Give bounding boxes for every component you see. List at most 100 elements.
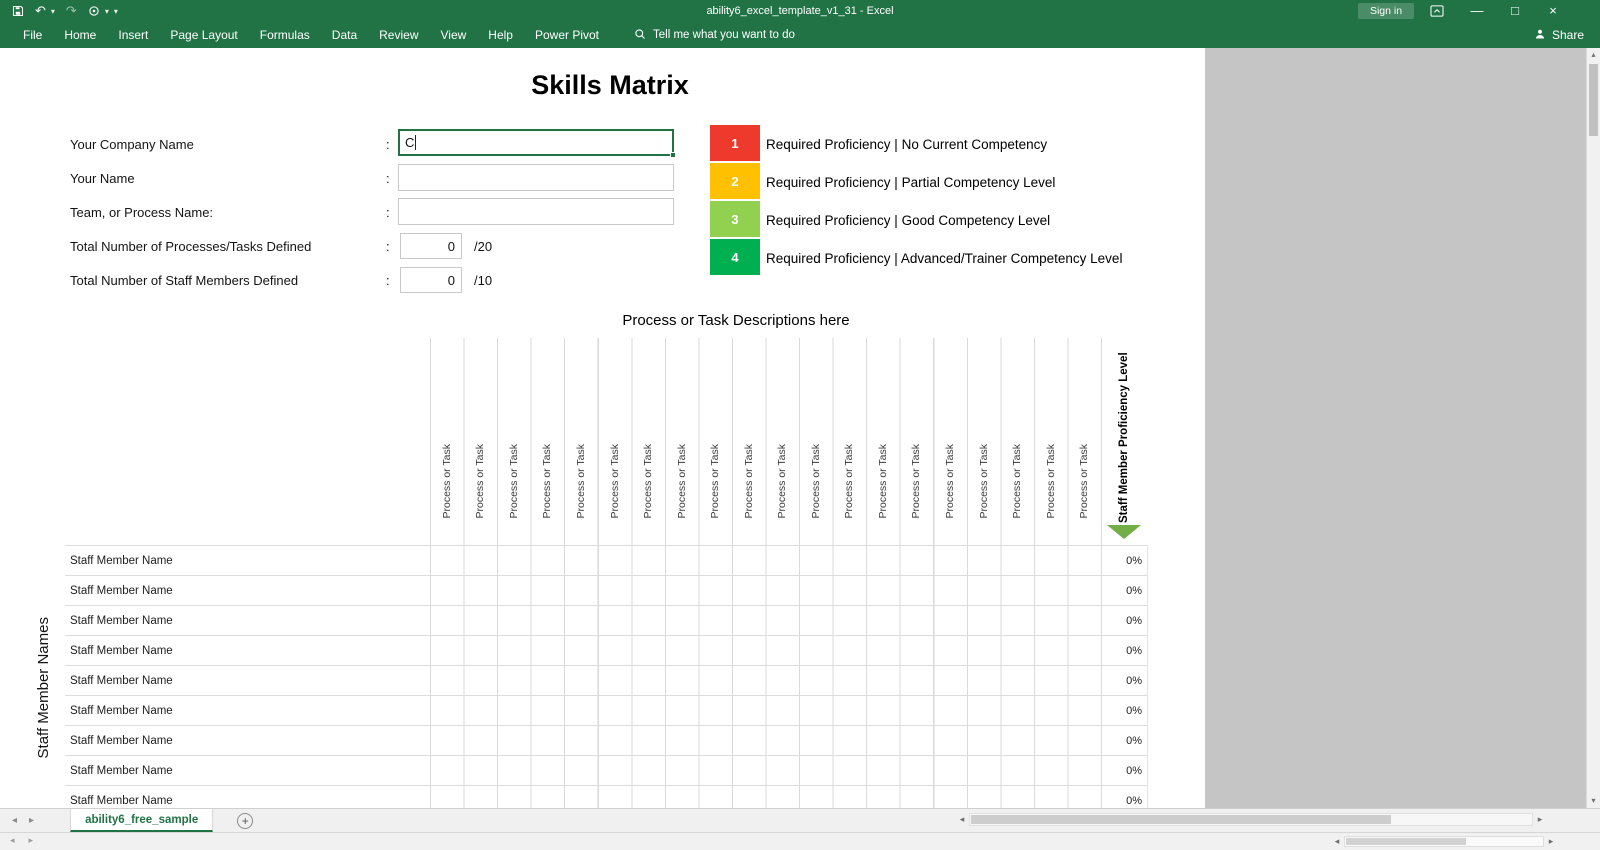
title-bar: ↶ ▾ ↷ ▾ ▾ ability6_excel_template_v1_31 … (0, 0, 1600, 22)
proficiency-column-header: Staff Member Proficiency Level (1118, 352, 1131, 523)
process-column-header[interactable]: Process or Task (665, 338, 699, 523)
process-column-header[interactable]: Process or Task (833, 338, 867, 523)
staff-rows: Staff Member Name 0% Staff Member Name 0% … (65, 545, 1148, 808)
process-count-max: /20 (474, 239, 493, 254)
qat-custom-icon[interactable] (88, 5, 100, 17)
ribbon-tab-insert[interactable]: Insert (107, 22, 159, 48)
process-column-header[interactable]: Process or Task (631, 338, 665, 523)
ribbon-tab-page-layout[interactable]: Page Layout (159, 22, 248, 48)
horizontal-scroll-thumb[interactable] (971, 815, 1391, 824)
ribbon-tab-power-pivot[interactable]: Power Pivot (524, 22, 610, 48)
process-column-header[interactable]: Process or Task (765, 338, 799, 523)
legend-swatch-1: 1 (710, 125, 760, 161)
horizontal-scrollbar[interactable]: ◂ ▸ (955, 812, 1547, 827)
process-column-header[interactable]: Process or Task (866, 338, 900, 523)
process-column-header[interactable]: Process or Task (967, 338, 1001, 523)
undo-icon[interactable]: ↶ (35, 0, 46, 22)
scroll-right-icon[interactable]: ▸ (1533, 814, 1547, 825)
process-column-header[interactable]: Process or Task (598, 338, 632, 523)
ribbon-tab-view[interactable]: View (430, 22, 478, 48)
secondary-scrollbar[interactable]: ◂ ▸ (1330, 835, 1558, 848)
proficiency-arrow-icon (1107, 525, 1141, 539)
process-column-header[interactable]: Process or Task (900, 338, 934, 523)
process-column-header[interactable]: Process or Task (1034, 338, 1068, 523)
pane-left-icon[interactable]: ◂ (10, 835, 15, 846)
scroll-left-icon[interactable]: ◂ (955, 814, 969, 825)
staff-row[interactable]: Staff Member Name 0% (65, 786, 1147, 808)
save-icon[interactable] (12, 5, 24, 17)
status-bar-nav: ◂ ▸ (10, 835, 33, 846)
maximize-button[interactable]: □ (1500, 0, 1530, 22)
redo-icon[interactable]: ↷ (66, 0, 77, 22)
legend-swatch-3: 3 (710, 201, 760, 237)
process-column-header[interactable]: Process or Task (698, 338, 732, 523)
quick-access-toolbar: ↶ ▾ ↷ ▾ ▾ (12, 0, 118, 22)
excel-window: ↶ ▾ ↷ ▾ ▾ ability6_excel_template_v1_31 … (0, 0, 1600, 850)
ribbon-tab-bar: File Home Insert Page Layout Formulas Da… (0, 22, 1600, 48)
process-column-header[interactable]: Process or Task (799, 338, 833, 523)
ribbon-tab-help[interactable]: Help (477, 22, 524, 48)
process-column-header[interactable]: Process or Task (464, 338, 498, 523)
next-sheet-icon[interactable]: ▸ (29, 815, 34, 826)
share-button[interactable]: Share (1534, 22, 1584, 48)
process-column-header[interactable]: Process or Task (564, 338, 598, 523)
process-column-header[interactable]: Process or Task (1067, 338, 1101, 523)
share-label: Share (1551, 28, 1584, 42)
company-name-input[interactable]: C (398, 129, 676, 158)
staff-count-label: Total Number of Staff Members Defined (70, 273, 299, 288)
staff-count-max: /10 (474, 273, 493, 288)
staff-row[interactable]: Staff Member Name 0% (65, 666, 1147, 696)
new-sheet-button[interactable]: + (237, 812, 254, 829)
staff-row[interactable]: Staff Member Name 0% (65, 726, 1147, 756)
ribbon-display-options-icon[interactable] (1422, 0, 1452, 22)
ribbon-tab-review[interactable]: Review (368, 22, 429, 48)
minimize-button[interactable]: — (1462, 0, 1492, 22)
close-button[interactable]: × (1538, 0, 1568, 22)
colon-separator: : (386, 205, 390, 220)
horizontal-scroll-track[interactable] (969, 813, 1533, 826)
fill-handle[interactable] (670, 152, 676, 158)
qat-dropdown-icon[interactable]: ▾ (105, 7, 109, 16)
staff-row[interactable]: Staff Member Name 0% (65, 696, 1147, 726)
scroll-right-icon[interactable]: ▸ (1544, 836, 1558, 847)
ribbon-tab-file[interactable]: File (12, 22, 53, 48)
staff-row[interactable]: Staff Member Name 0% (65, 606, 1147, 636)
staff-row[interactable]: Staff Member Name 0% (65, 576, 1147, 606)
vertical-scroll-thumb[interactable] (1589, 64, 1598, 136)
your-name-input[interactable] (398, 164, 674, 191)
scroll-up-icon[interactable]: ▴ (1587, 48, 1600, 62)
secondary-scroll-track[interactable] (1344, 836, 1544, 847)
team-name-input[interactable] (398, 198, 674, 225)
text-cursor (415, 135, 417, 150)
process-count-input[interactable]: 0 (400, 233, 462, 259)
ribbon-tab-home[interactable]: Home (53, 22, 107, 48)
company-name-value: C (405, 135, 415, 150)
customize-qat-icon[interactable]: ▾ (114, 7, 118, 16)
undo-dropdown-icon[interactable]: ▾ (51, 7, 55, 16)
secondary-scroll-thumb[interactable] (1346, 838, 1466, 845)
staff-row[interactable]: Staff Member Name 0% (65, 756, 1147, 786)
status-bar: ◂ ▸ ◂ ▸ (0, 832, 1600, 850)
process-column-header[interactable]: Process or Task (732, 338, 766, 523)
scroll-left-icon[interactable]: ◂ (1330, 836, 1344, 847)
pane-right-icon[interactable]: ▸ (29, 835, 34, 846)
staff-count-value: 0 (447, 272, 455, 288)
prev-sheet-icon[interactable]: ◂ (12, 815, 17, 826)
staff-row[interactable]: Staff Member Name 0% (65, 636, 1147, 666)
process-column-header[interactable]: Process or Task (430, 338, 464, 523)
ribbon-tab-formulas[interactable]: Formulas (249, 22, 321, 48)
sheet-tab-active[interactable]: ability6_free_sample (70, 809, 214, 832)
scroll-down-icon[interactable]: ▾ (1587, 794, 1600, 808)
ribbon-tab-data[interactable]: Data (321, 22, 368, 48)
team-name-label: Team, or Process Name: (70, 205, 214, 220)
tell-me-search[interactable]: Tell me what you want to do (634, 28, 795, 43)
process-column-header[interactable]: Process or Task (497, 338, 531, 523)
process-column-header[interactable]: Process or Task (933, 338, 967, 523)
sign-in-button[interactable]: Sign in (1358, 3, 1414, 19)
staff-row[interactable]: Staff Member Name 0% (65, 546, 1147, 576)
legend-label-1: Required Proficiency | No Current Compet… (766, 137, 1048, 152)
process-column-header[interactable]: Process or Task (531, 338, 565, 523)
vertical-scrollbar[interactable]: ▴ ▾ (1586, 48, 1600, 808)
staff-count-input[interactable]: 0 (400, 267, 462, 293)
process-column-header[interactable]: Process or Task (1000, 338, 1034, 523)
